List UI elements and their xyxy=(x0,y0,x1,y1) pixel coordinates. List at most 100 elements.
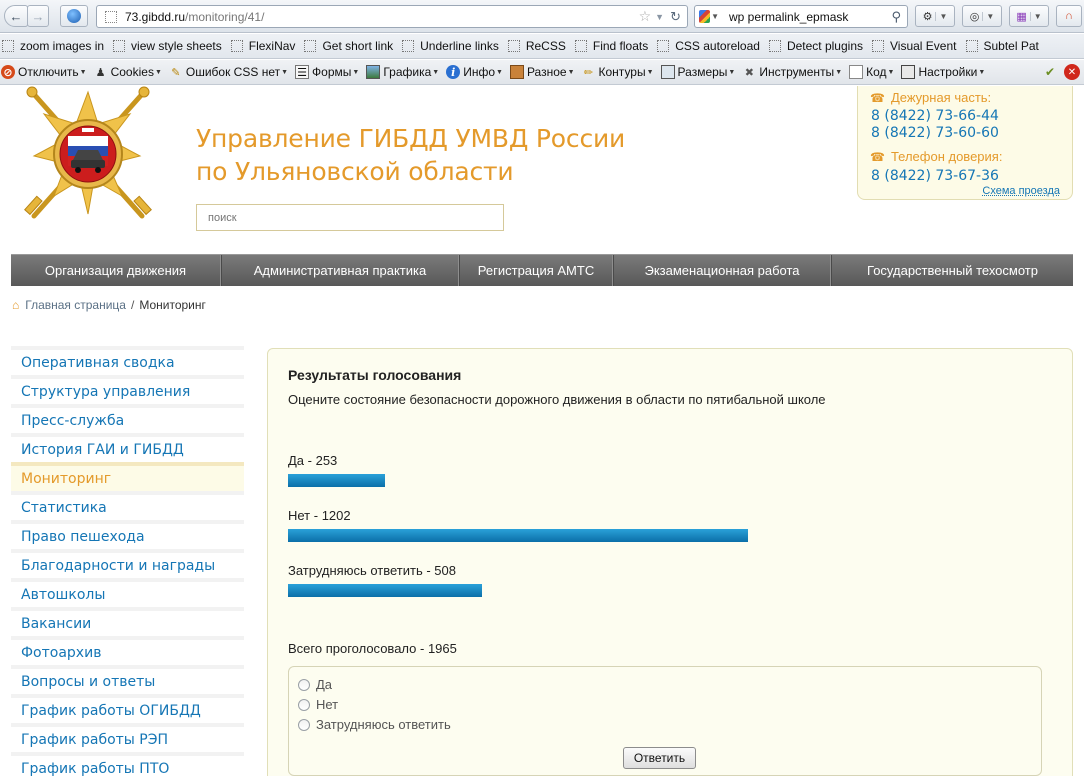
bookmark-detect-plugins[interactable]: Detect plugins xyxy=(768,39,863,53)
search-query[interactable]: wp permalink_epmask xyxy=(723,10,891,24)
bookmark-subtel-pat[interactable]: Subtel Pat xyxy=(965,39,1039,53)
extension-button-1[interactable]: ⚙ ▼ xyxy=(915,5,955,27)
sidebar-item[interactable]: Автошколы xyxy=(11,578,244,607)
breadcrumb: ⌂ Главная страница / Мониторинг xyxy=(12,298,206,312)
back-button[interactable]: ← xyxy=(4,5,28,27)
devbar-cookies-menu[interactable]: ♟ Cookies ▼ xyxy=(94,65,162,79)
breadcrumb-home-link[interactable]: Главная страница xyxy=(25,298,126,312)
forward-button[interactable]: → xyxy=(27,5,49,27)
sidebar-item[interactable]: Структура управления xyxy=(11,375,244,404)
close-icon[interactable]: ✕ xyxy=(1064,64,1080,80)
disable-icon: ⊘ xyxy=(1,65,15,79)
devbar-images-menu[interactable]: Графика ▼ xyxy=(366,65,439,79)
bookmark-visual-event[interactable]: Visual Event xyxy=(872,39,957,53)
bookmark-view-style-sheets[interactable]: view style sheets xyxy=(113,39,222,53)
browser-search-box[interactable]: ▼ wp permalink_epmask ⚲ xyxy=(694,5,908,28)
bookmarks-toolbar: zoom images in view style sheets FlexiNa… xyxy=(0,34,1084,59)
sidebar-item[interactable]: История ГАИ и ГИБДД xyxy=(11,433,244,462)
menu-item-vehicle-registration[interactable]: Регистрация АМТС xyxy=(459,255,613,286)
duty-label-text: Дежурная часть: xyxy=(890,90,992,105)
sidebar-item[interactable]: Оперативная сводка xyxy=(11,346,244,375)
devbar-options-menu[interactable]: Настройки ▼ xyxy=(901,65,985,79)
devbar-label: Контуры xyxy=(598,65,646,79)
sidebar-item[interactable]: Пресс-служба xyxy=(11,404,244,433)
search-engine-selector[interactable]: ▼ xyxy=(699,10,719,24)
duty-phone-1[interactable]: 8 (8422) 73-66-44 xyxy=(871,108,999,124)
bookmark-get-short-link[interactable]: Get short link xyxy=(304,39,393,53)
bookmark-icon xyxy=(230,40,243,52)
devbar-misc-menu[interactable]: Разное ▼ xyxy=(509,65,575,79)
vote-option-undecided[interactable]: Затрудняюсь ответить xyxy=(298,717,451,732)
radio-button[interactable] xyxy=(298,718,310,731)
sidebar-item[interactable]: Вопросы и ответы xyxy=(11,665,244,694)
devbar-resize-menu[interactable]: Размеры ▼ xyxy=(660,65,735,79)
bookmark-zoom-images[interactable]: zoom images in xyxy=(2,39,104,53)
vote-option-label: Затрудняюсь ответить xyxy=(316,717,451,732)
search-magnifier-icon[interactable]: ⚲ xyxy=(891,9,901,25)
sidebar-item[interactable]: Фотоархив xyxy=(11,636,244,665)
checkmark-icon[interactable]: ✔ xyxy=(1042,64,1058,80)
bookmark-icon xyxy=(402,40,415,52)
site-search-input[interactable] xyxy=(196,204,504,231)
devbar-info-menu[interactable]: i Инфо ▼ xyxy=(446,65,503,79)
bookmark-flexinav[interactable]: FlexiNav xyxy=(230,39,295,53)
screenshot-button[interactable]: ◎ ▼ xyxy=(962,5,1002,27)
document-icon xyxy=(849,65,864,79)
bookmark-label: Underline links xyxy=(420,39,499,53)
vote-submit-button[interactable]: Ответить xyxy=(623,747,696,769)
devbar-css-menu[interactable]: ✎ Ошибок CSS нет ▼ xyxy=(169,65,288,79)
devbar-source-menu[interactable]: Код ▼ xyxy=(849,65,894,79)
menu-item-traffic-organization[interactable]: Организация движения xyxy=(11,255,221,286)
poll-title: Результаты голосования xyxy=(288,367,462,383)
vote-option-no[interactable]: Нет xyxy=(298,697,338,712)
site-identity-button[interactable] xyxy=(60,5,88,27)
devbar-forms-menu[interactable]: ☰ Формы ▼ xyxy=(295,65,359,79)
breadcrumb-separator: / xyxy=(130,298,135,312)
wrench-icon: ✖ xyxy=(744,66,754,79)
result-bar-no xyxy=(288,529,748,542)
url-text[interactable]: 73.gibdd.ru/monitoring/41/ xyxy=(125,10,639,24)
vote-option-yes[interactable]: Да xyxy=(298,677,332,692)
camera-icon: ◎ xyxy=(969,10,980,23)
gibdd-emblem-logo xyxy=(24,86,152,219)
poll-question: Оцените состояние безопасности дорожного… xyxy=(288,392,826,407)
bookmark-underline-links[interactable]: Underline links xyxy=(402,39,499,53)
sidebar-item[interactable]: График работы ПТО xyxy=(11,752,244,776)
bookmark-css-autoreload[interactable]: CSS autoreload xyxy=(657,39,760,53)
radio-button[interactable] xyxy=(298,698,310,711)
devbar-disable-menu[interactable]: ⊘ Отключить ▼ xyxy=(1,65,87,79)
devbar-outline-menu[interactable]: ✏ Контуры ▼ xyxy=(582,65,654,79)
sidebar-item[interactable]: Мониторинг xyxy=(11,462,244,491)
bookmark-label: Detect plugins xyxy=(786,39,863,53)
sidebar-item[interactable]: Вакансии xyxy=(11,607,244,636)
chevron-down-icon: ▼ xyxy=(982,11,994,21)
bookmark-recss[interactable]: ReCSS xyxy=(507,39,566,53)
menu-item-exams[interactable]: Экзаменационная работа xyxy=(613,255,831,286)
duty-label: ☎ Дежурная часть: xyxy=(870,90,991,105)
poll-total: Всего проголосовало - 1965 xyxy=(288,641,457,656)
menu-item-administrative-practice[interactable]: Административная практика xyxy=(221,255,459,286)
apps-button[interactable]: ▦ ▼ xyxy=(1009,5,1049,27)
sidebar-item[interactable]: Благодарности и награды xyxy=(11,549,244,578)
duty-phone-2[interactable]: 8 (8422) 73-60-60 xyxy=(871,125,999,141)
menu-item-state-inspection[interactable]: Государственный техосмотр xyxy=(831,255,1073,286)
address-bar[interactable]: 73.gibdd.ru/monitoring/41/ ☆ ▼ ↻ xyxy=(96,5,688,28)
route-map-link[interactable]: Схема проезда xyxy=(982,185,1060,197)
trust-phone[interactable]: 8 (8422) 73-67-36 xyxy=(871,168,999,184)
result-label-undecided: Затрудняюсь ответить - 508 xyxy=(288,563,456,578)
sidebar-item[interactable]: Право пешехода xyxy=(11,520,244,549)
bookmark-star-icon[interactable]: ☆ xyxy=(639,8,652,25)
chevron-down-icon: ▼ xyxy=(154,68,162,76)
home-icon[interactable]: ⌂ xyxy=(12,298,19,312)
bookmark-label: Visual Event xyxy=(890,39,957,53)
url-history-dropdown-icon[interactable]: ▼ xyxy=(655,12,664,22)
sidebar-item[interactable]: Статистика xyxy=(11,491,244,520)
radio-button[interactable] xyxy=(298,678,310,691)
devbar-tools-menu[interactable]: ✖ Инструменты ▼ xyxy=(742,65,842,79)
sidebar-item[interactable]: График работы ОГИБДД xyxy=(11,694,244,723)
reload-icon[interactable]: ↻ xyxy=(670,9,681,25)
vote-form: Да Нет Затрудняюсь ответить Ответить xyxy=(288,666,1042,776)
sidebar-item[interactable]: График работы РЭП xyxy=(11,723,244,752)
color-picker-button[interactable]: ∩ xyxy=(1056,5,1082,27)
bookmark-find-floats[interactable]: Find floats xyxy=(574,39,648,53)
